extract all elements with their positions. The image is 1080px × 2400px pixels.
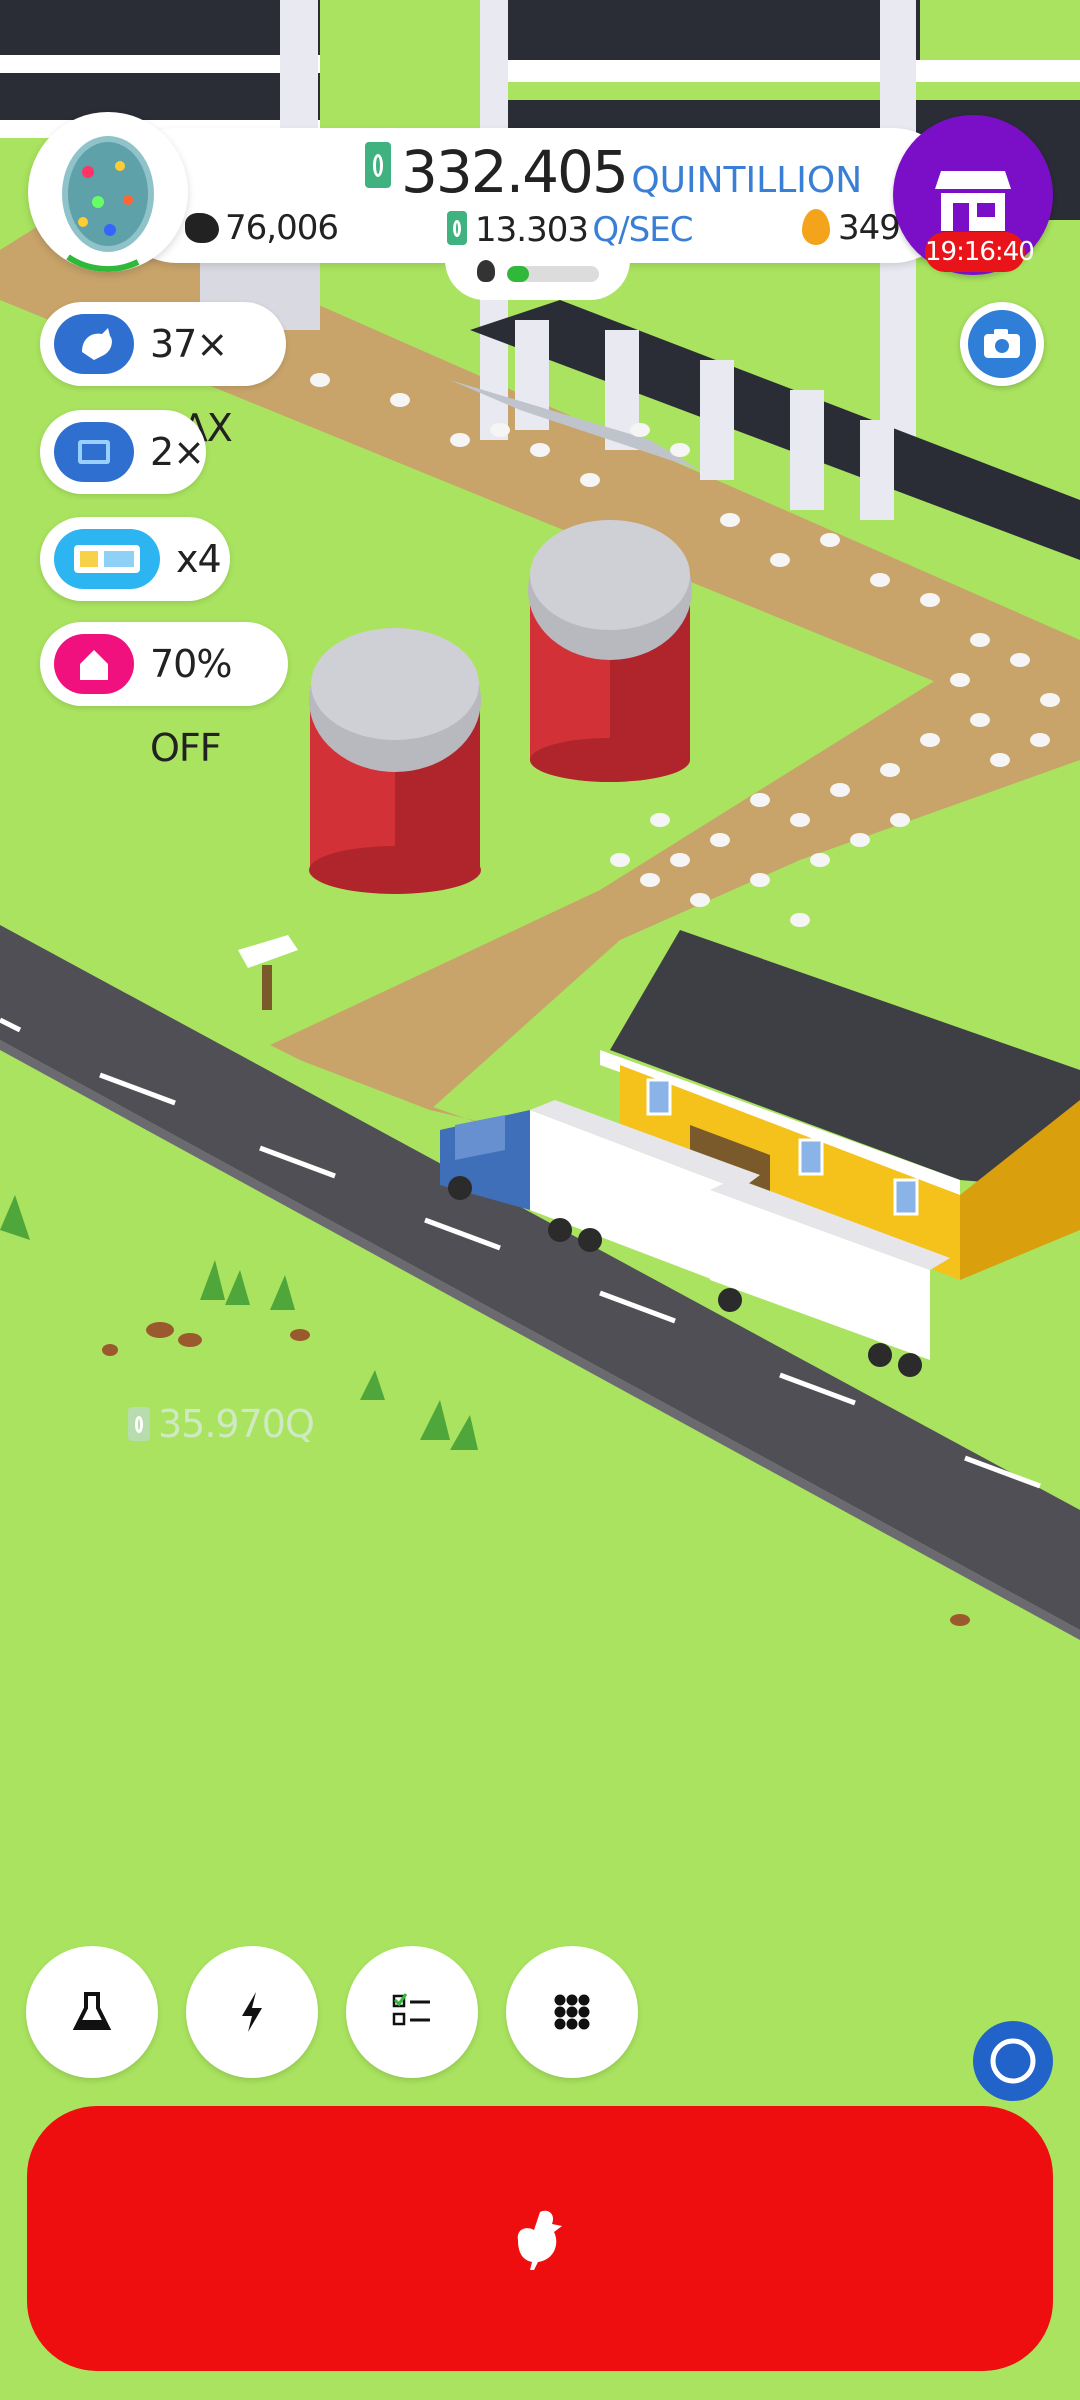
bird-icon: [477, 260, 495, 282]
checklist-icon: [392, 1993, 430, 2026]
research-progress-fill: [507, 266, 530, 282]
shop-timer: 19:16:40: [925, 232, 1035, 272]
missions-button[interactable]: [346, 1946, 478, 2078]
cash-icon: [128, 1407, 150, 1441]
boost-chicken-max[interactable]: 37× MAX: [40, 302, 286, 450]
chicken-icon: [517, 2210, 562, 2270]
money-value: 332.405: [401, 138, 629, 206]
camera-icon: [968, 310, 1036, 378]
boost-video[interactable]: 2×: [40, 410, 206, 494]
golden-egg-icon: [802, 209, 830, 245]
menu-button[interactable]: [506, 1946, 638, 2078]
research-button[interactable]: [26, 1946, 158, 2078]
chicken-count: 76,006: [185, 208, 339, 248]
boost-ticket-icon: [54, 529, 160, 589]
home-icon: [54, 634, 134, 694]
golden-egg-count: 349: [802, 208, 901, 248]
money-unit: QUINTILLION: [631, 160, 863, 201]
chicken-icon: [54, 314, 134, 374]
lightning-icon: [242, 1992, 262, 2032]
boost-discount[interactable]: 70% OFF: [40, 622, 288, 770]
boost-ticket[interactable]: x4: [40, 517, 230, 601]
cash-icon: [365, 142, 391, 188]
income-rate: 13.303 Q/SEC: [447, 210, 693, 250]
camera-button[interactable]: [960, 302, 1044, 386]
hatch-chicken-button[interactable]: [27, 2106, 1053, 2371]
research-progress-bar: [507, 266, 599, 282]
boosts-button[interactable]: [186, 1946, 318, 2078]
cash-icon: [447, 211, 467, 245]
chicken-icon: [185, 213, 219, 243]
circle-icon: [990, 2038, 1036, 2084]
floating-income-label: 35.970Q: [128, 1402, 315, 1446]
assistant-button[interactable]: [973, 2021, 1053, 2101]
research-flask-icon: [72, 1992, 112, 2030]
tv-icon: [54, 422, 134, 482]
rainbow-egg-icon: [62, 136, 154, 272]
egg-type-button[interactable]: [28, 112, 188, 272]
menu-grid-icon: [554, 1994, 590, 2030]
main-currency: 332.405 QUINTILLION: [365, 138, 862, 206]
